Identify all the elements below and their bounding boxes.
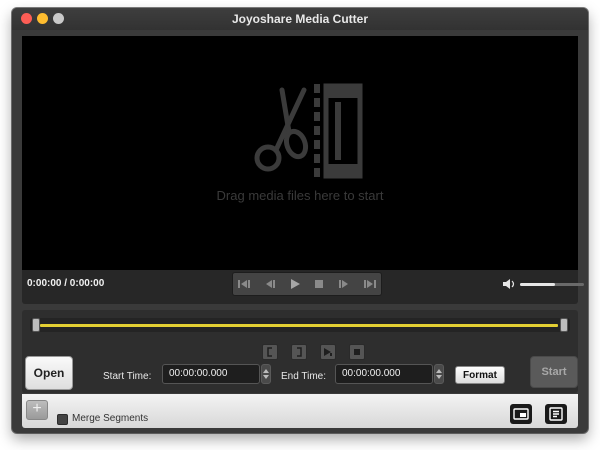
task-list-icon[interactable] [545, 404, 567, 424]
end-time-stepper[interactable] [434, 364, 444, 384]
start-time-label: Start Time: [103, 371, 152, 382]
speaker-icon [503, 279, 515, 289]
end-time-field[interactable]: 00:00:00.000 [335, 364, 433, 384]
merge-segments-label: Merge Segments [72, 413, 149, 424]
open-button[interactable]: Open [25, 356, 73, 390]
drop-hint: Drag media files here to start [216, 188, 384, 203]
stop-icon[interactable] [311, 276, 327, 292]
video-drop-area[interactable]: Drag media files here to start [22, 36, 578, 270]
segment-tools [262, 344, 365, 360]
time-display: 0:00:00 / 0:00:00 [27, 278, 105, 289]
preview-panel: Drag media files here to start 0:00:00 /… [22, 36, 584, 304]
step-back-icon[interactable] [262, 276, 278, 292]
step-forward-icon[interactable] [336, 276, 352, 292]
chevron-down-icon [436, 375, 442, 379]
stop-icon[interactable] [349, 344, 365, 360]
start-time-field[interactable]: 00:00:00.000 [162, 364, 260, 384]
bottom-toolbar: + Merge Segments [22, 394, 578, 428]
volume-control[interactable] [502, 277, 584, 291]
mark-end-icon[interactable] [291, 344, 307, 360]
chevron-up-icon [263, 369, 269, 373]
editor-panel: Open Start Time: 00:00:00.000 End Time: … [22, 310, 578, 393]
skip-back-icon[interactable] [237, 276, 253, 292]
skip-forward-icon[interactable] [361, 276, 377, 292]
playback-controls [232, 272, 382, 296]
app-window: Joyoshare Media Cutter Drag media files … [12, 8, 588, 433]
preview-segment-icon[interactable] [320, 344, 336, 360]
end-time-label: End Time: [281, 371, 327, 382]
mark-start-icon[interactable] [262, 344, 278, 360]
play-icon[interactable] [287, 276, 303, 292]
start-time-stepper[interactable] [261, 364, 271, 384]
window-title: Joyoshare Media Cutter [231, 12, 369, 26]
volume-slider[interactable] [520, 283, 584, 286]
output-folder-icon[interactable] [510, 404, 532, 424]
chevron-down-icon [263, 375, 269, 379]
chevron-up-icon [436, 369, 442, 373]
timeline[interactable] [30, 318, 570, 332]
add-segment-button[interactable]: + [26, 400, 48, 420]
merge-segments-checkbox[interactable] [57, 414, 68, 425]
volume-level [520, 283, 556, 286]
timeline-track [40, 324, 558, 327]
title-bar[interactable]: Joyoshare Media Cutter [12, 8, 588, 30]
start-button[interactable]: Start [530, 356, 578, 388]
end-handle[interactable] [560, 318, 568, 332]
start-handle[interactable] [32, 318, 40, 332]
scissors-film-icon [254, 83, 363, 179]
format-button[interactable]: Format [455, 366, 505, 384]
